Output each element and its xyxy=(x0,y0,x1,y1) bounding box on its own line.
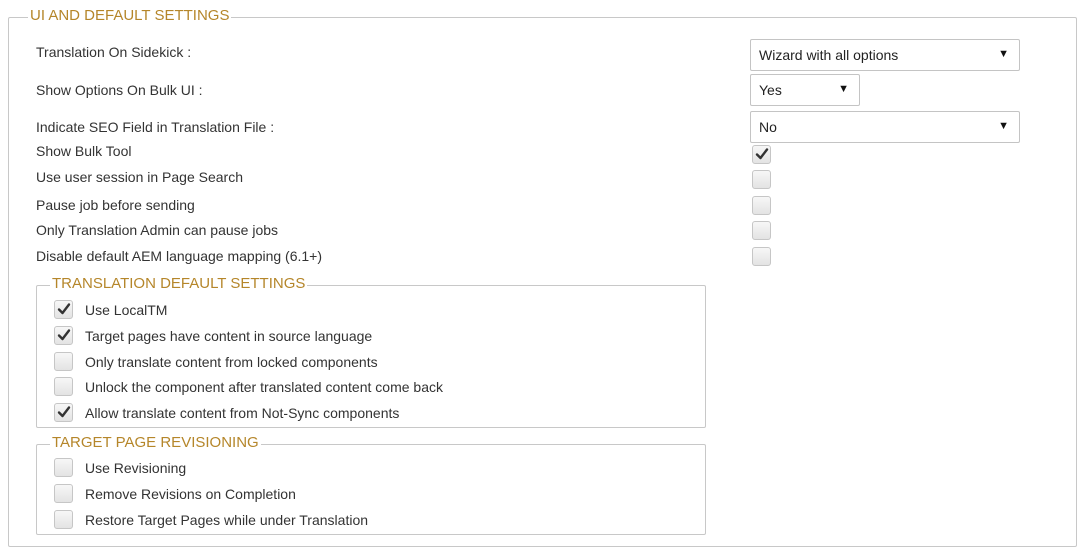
pause-job-label: Pause job before sending xyxy=(36,197,195,213)
translation-on-sidekick-value: Wizard with all options xyxy=(759,47,899,63)
checkmark-icon xyxy=(755,148,769,160)
show-bulk-tool-checkbox[interactable] xyxy=(752,145,771,164)
checkmark-icon xyxy=(57,329,71,341)
show-options-bulk-ui-select[interactable]: Yes ▼ xyxy=(750,74,860,106)
checkmark-icon xyxy=(57,303,71,315)
disable-language-mapping-label: Disable default AEM language mapping (6.… xyxy=(36,248,323,264)
chevron-down-icon: ▼ xyxy=(998,48,1009,60)
use-revisioning-label: Use Revisioning xyxy=(85,460,187,476)
use-localtm-checkbox[interactable] xyxy=(54,300,73,319)
only-locked-components-checkbox[interactable] xyxy=(54,352,73,371)
remove-revisions-label: Remove Revisions on Completion xyxy=(85,486,296,502)
use-user-session-checkbox[interactable] xyxy=(752,170,771,189)
allow-not-sync-label: Allow translate content from Not-Sync co… xyxy=(85,405,400,421)
show-options-bulk-ui-value: Yes xyxy=(759,82,782,98)
restore-target-pages-checkbox[interactable] xyxy=(54,510,73,529)
indicate-seo-field-select[interactable]: No ▼ xyxy=(750,111,1020,143)
use-user-session-label: Use user session in Page Search xyxy=(36,169,243,185)
pause-job-checkbox[interactable] xyxy=(752,196,771,215)
restore-target-pages-label: Restore Target Pages while under Transla… xyxy=(85,512,369,528)
only-locked-components-label: Only translate content from locked compo… xyxy=(85,354,378,370)
use-localtm-label: Use LocalTM xyxy=(85,302,168,318)
translation-on-sidekick-label: Translation On Sidekick : xyxy=(36,44,192,60)
allow-not-sync-checkbox[interactable] xyxy=(54,403,73,422)
unlock-component-label: Unlock the component after translated co… xyxy=(85,379,443,395)
chevron-down-icon: ▼ xyxy=(838,83,849,95)
target-pages-source-language-label: Target pages have content in source lang… xyxy=(85,328,373,344)
ui-default-settings-title: UI AND DEFAULT SETTINGS xyxy=(28,7,232,24)
indicate-seo-field-value: No xyxy=(759,119,777,135)
chevron-down-icon: ▼ xyxy=(998,120,1009,132)
remove-revisions-checkbox[interactable] xyxy=(54,484,73,503)
translation-on-sidekick-select[interactable]: Wizard with all options ▼ xyxy=(750,39,1020,71)
translation-default-settings-title: TRANSLATION DEFAULT SETTINGS xyxy=(50,275,308,292)
only-admin-pause-label: Only Translation Admin can pause jobs xyxy=(36,222,279,238)
use-revisioning-checkbox[interactable] xyxy=(54,458,73,477)
checkmark-icon xyxy=(57,406,71,418)
indicate-seo-field-label: Indicate SEO Field in Translation File : xyxy=(36,119,275,135)
target-pages-source-language-checkbox[interactable] xyxy=(54,326,73,345)
unlock-component-checkbox[interactable] xyxy=(54,377,73,396)
disable-language-mapping-checkbox[interactable] xyxy=(752,247,771,266)
show-bulk-tool-label: Show Bulk Tool xyxy=(36,143,132,159)
only-admin-pause-checkbox[interactable] xyxy=(752,221,771,240)
show-options-bulk-ui-label: Show Options On Bulk UI : xyxy=(36,82,203,98)
target-page-revisioning-title: TARGET PAGE REVISIONING xyxy=(50,434,261,451)
